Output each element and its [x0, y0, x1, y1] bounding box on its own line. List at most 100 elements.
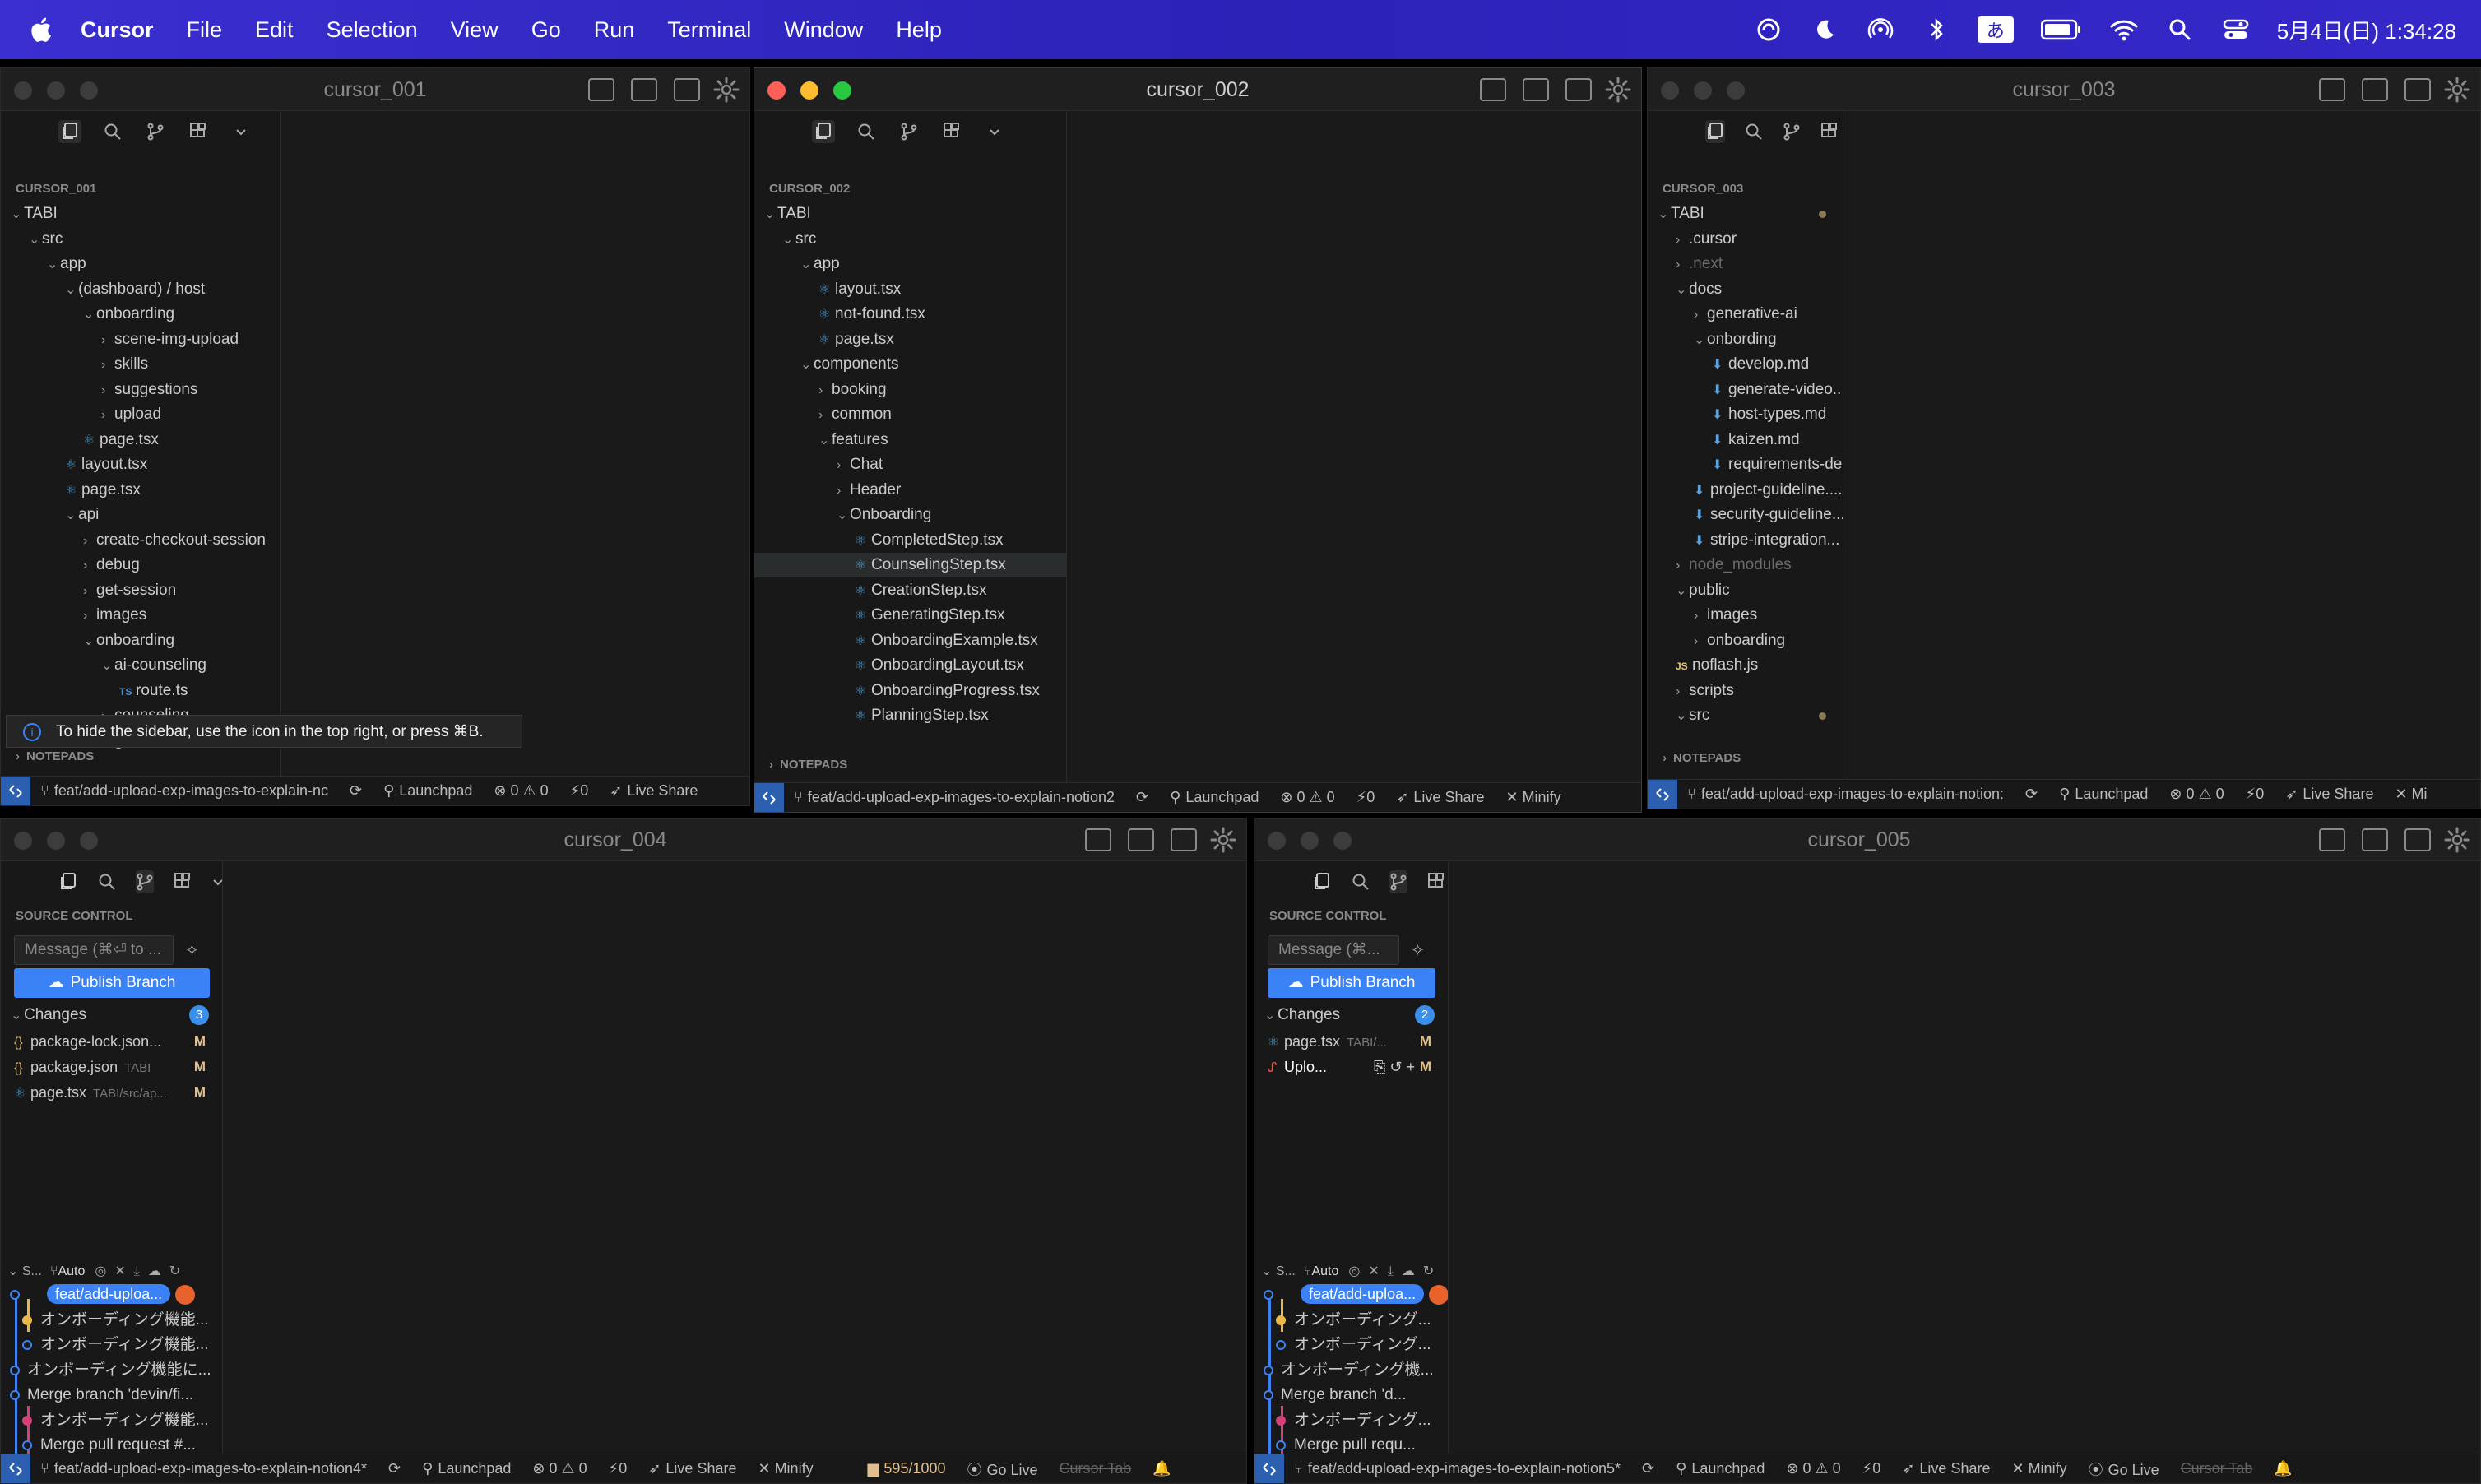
tree-folder[interactable]: ⌄ api [1, 503, 280, 527]
toggle-primary-sidebar-icon[interactable] [2319, 828, 2345, 851]
sparkle-generate-icon[interactable]: ✧ [185, 940, 199, 961]
more-views-chevron-down-icon[interactable] [983, 120, 1006, 143]
problems-status[interactable]: ⊗ 0 ⚠ 0 [494, 782, 548, 800]
tree-folder[interactable]: › skills [1, 352, 280, 377]
search-icon[interactable] [1352, 870, 1370, 893]
apple-icon[interactable] [28, 16, 53, 44]
settings-gear-icon[interactable] [1210, 827, 1236, 857]
editor-area[interactable] [1067, 111, 1641, 782]
launchpad-status[interactable]: ⚲ Launchpad [1676, 1460, 1765, 1477]
panel-section-notepads[interactable]: › NOTEPADS [754, 753, 1066, 777]
tree-folder[interactable]: ⌄ onboarding [1, 302, 280, 327]
notifications-bell-icon[interactable]: 🔔 [1152, 1460, 1171, 1477]
tree-file[interactable]: JS noflash.js [1648, 653, 1843, 678]
commit-row[interactable]: Merge pull requ... [1254, 1433, 1448, 1454]
tree-file[interactable]: ⬇ stripe-integration... [1648, 528, 1843, 553]
target-icon[interactable]: ◎ [95, 1264, 106, 1278]
menu-file[interactable]: File [187, 17, 223, 43]
commit-row[interactable]: オンボーディング機能... [1, 1308, 222, 1333]
toggle-secondary-sidebar-icon[interactable] [674, 78, 700, 101]
source-control-icon[interactable] [144, 120, 167, 143]
discard-changes-icon[interactable]: ↺ [1389, 1059, 1406, 1075]
tree-folder[interactable]: ⌄ TABI [754, 202, 1066, 226]
tree-folder[interactable]: › images [1, 603, 280, 628]
extensions-icon[interactable] [1427, 870, 1445, 893]
tree-folder[interactable]: › suggestions [1, 378, 280, 402]
minify-status[interactable]: ✕ Mi [2395, 786, 2427, 803]
tree-file[interactable]: ⚛ page.tsx [754, 327, 1066, 352]
toggle-secondary-sidebar-icon[interactable] [1171, 828, 1197, 851]
search-icon[interactable] [855, 120, 878, 143]
tree-folder[interactable]: ⌄ TABI [1648, 202, 1843, 226]
menu-terminal[interactable]: Terminal [667, 17, 751, 43]
wifi-icon[interactable] [2109, 15, 2139, 44]
tree-file[interactable]: ⬇ requirements-de... [1648, 452, 1843, 477]
tree-folder[interactable]: ⌄ public [1648, 578, 1843, 603]
explorer-icon[interactable] [1312, 870, 1332, 893]
open-file-icon[interactable]: ⎘ [1374, 1059, 1389, 1075]
branch-status[interactable]: ⑂ feat/add-upload-exp-images-to-explain-n… [794, 789, 1115, 806]
toggle-panel-icon[interactable] [1128, 828, 1154, 851]
tree-file[interactable]: ⚛ GeneratingStep.tsx [754, 603, 1066, 628]
tree-file[interactable]: ⚛ page.tsx [1, 428, 280, 452]
tree-file[interactable]: ⚛ CounselingStep.tsx [754, 553, 1066, 577]
editor-area[interactable] [1449, 861, 2480, 1454]
panel-section-outline[interactable]: ›OUTLINE [1648, 772, 1843, 779]
ports-status[interactable]: ⚡0 [1862, 1460, 1881, 1477]
more-views-chevron-down-icon[interactable] [230, 120, 253, 143]
commit-row[interactable]: オンボーディング機能... [1, 1333, 222, 1357]
extensions-icon[interactable] [174, 870, 192, 893]
tree-file[interactable]: ⚛ OnboardingProgress.tsx [754, 679, 1066, 703]
commit-message-input[interactable]: Message (⌘... [1268, 935, 1399, 965]
tree-folder[interactable]: ⌄ src [1, 227, 280, 252]
tree-file[interactable]: ⚛ OnboardingLayout.tsx [754, 653, 1066, 678]
cloud-icon[interactable]: ☁ [1402, 1264, 1415, 1278]
problems-status[interactable]: ⊗ 0 ⚠ 0 [1280, 789, 1334, 806]
settings-gear-icon[interactable] [2444, 77, 2470, 107]
ports-status[interactable]: ⚡0 [1356, 789, 1375, 806]
clock-text[interactable]: 5月4日(日) 1:34:28 [2277, 15, 2456, 45]
extensions-icon[interactable] [940, 120, 963, 143]
tree-folder[interactable]: › get-session [1, 578, 280, 603]
remote-indicator-icon[interactable] [1, 1454, 30, 1483]
remote-indicator-icon[interactable] [1, 777, 30, 805]
changed-file-row[interactable]: {} package.json TABI M [1, 1055, 222, 1079]
tree-folder[interactable]: ⌄ ai-counseling [1, 653, 280, 678]
battery-icon[interactable] [2040, 15, 2083, 44]
commit-row[interactable]: オンボーディング... [1254, 1408, 1448, 1433]
commit-row[interactable]: オンボーディング... [1254, 1308, 1448, 1333]
graph-header[interactable]: ⌄ S... ⑂Auto ◎ ✕ ⤓ ☁ ↻ [1254, 1259, 1448, 1284]
tree-folder[interactable]: › node_modules [1648, 553, 1843, 577]
tree-folder[interactable]: ⌄ app [754, 252, 1066, 276]
commit-row[interactable]: オンボーディング機... [1254, 1358, 1448, 1383]
toggle-secondary-sidebar-icon[interactable] [2404, 78, 2431, 101]
refresh-icon[interactable]: ↻ [1423, 1264, 1434, 1278]
title-bar[interactable]: cursor_005 [1254, 819, 2480, 861]
problems-status[interactable]: ⊗ 0 ⚠ 0 [1786, 1460, 1840, 1477]
tree-file[interactable]: ⚛ layout.tsx [1, 452, 280, 477]
explorer-icon[interactable] [58, 120, 81, 143]
fetch-icon[interactable]: ⤓ [1388, 1264, 1394, 1278]
editor-area[interactable] [1843, 111, 2480, 779]
menu-help[interactable]: Help [896, 17, 942, 43]
bluetooth-icon[interactable] [1922, 15, 1951, 44]
tree-folder[interactable]: ⌄ components [754, 352, 1066, 377]
tree-folder[interactable]: › booking [754, 378, 1066, 402]
moon-icon[interactable] [1810, 15, 1839, 44]
tree-folder[interactable]: › generative-ai [1648, 302, 1843, 327]
tree-folder[interactable]: › debug [1, 553, 280, 577]
golive-status[interactable]: ⦿ Go Live [2089, 1458, 2159, 1480]
tree-file[interactable]: ⬇ host-types.md [1648, 402, 1843, 427]
editor-area[interactable] [223, 861, 1246, 1454]
toggle-panel-icon[interactable] [631, 78, 657, 101]
token-usage-status[interactable]: ▆ 595/1000 [868, 1460, 946, 1477]
tree-folder[interactable]: › Header [754, 478, 1066, 503]
source-control-icon[interactable] [1783, 120, 1801, 143]
tree-folder[interactable]: ⌄ Onboarding [754, 503, 1066, 527]
tree-folder[interactable]: › scene-img-upload [1, 327, 280, 352]
liveshare-status[interactable]: ➶ Live Share [2285, 786, 2373, 803]
title-bar[interactable]: cursor_003 [1648, 68, 2480, 111]
target-icon[interactable]: ◎ [1348, 1264, 1360, 1278]
ports-status[interactable]: ⚡0 [570, 782, 589, 800]
liveshare-status[interactable]: ➶ Live Share [1902, 1460, 1990, 1477]
